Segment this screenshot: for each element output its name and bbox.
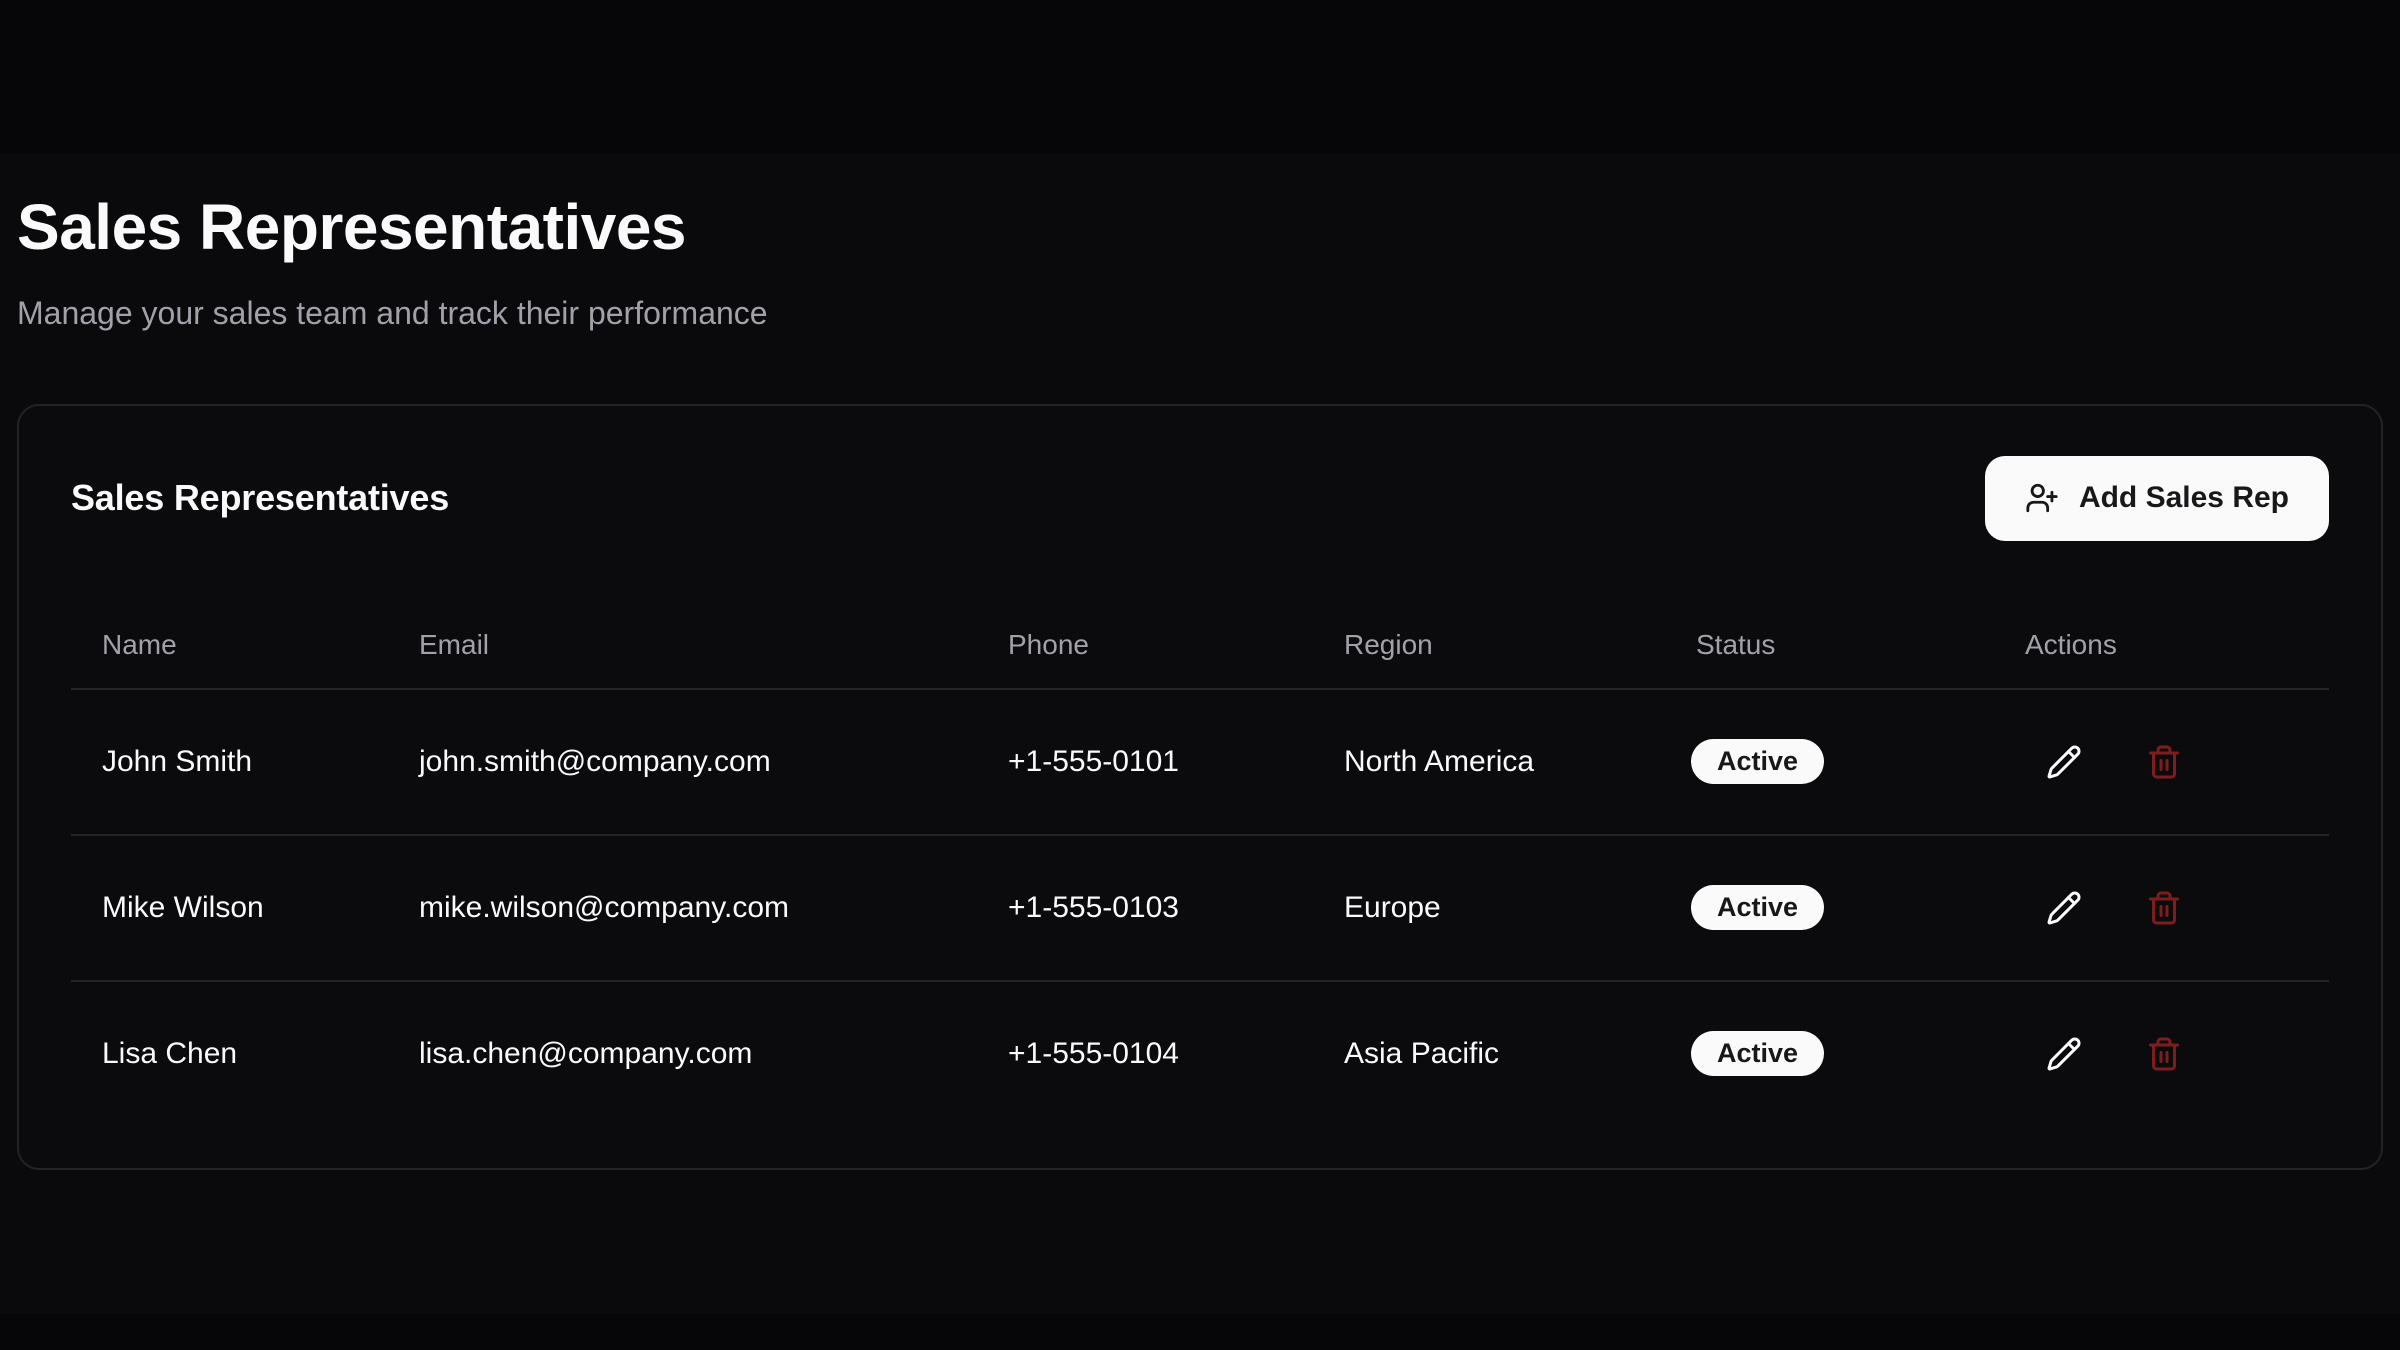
table-row: Mike Wilson mike.wilson@company.com +1-5…	[71, 836, 2329, 982]
page-title: Sales Representatives	[17, 191, 2383, 265]
card-title: Sales Representatives	[71, 477, 449, 519]
cell-actions	[1994, 890, 2329, 926]
column-header-email: Email	[388, 629, 977, 661]
column-header-phone: Phone	[977, 629, 1313, 661]
trash-icon	[2146, 744, 2182, 780]
cell-name: Mike Wilson	[71, 891, 388, 925]
cell-region: North America	[1313, 745, 1665, 779]
pencil-icon	[2046, 744, 2082, 780]
cell-email: john.smith@company.com	[388, 745, 977, 779]
cell-email: lisa.chen@company.com	[388, 1037, 977, 1071]
delete-button[interactable]	[2146, 1036, 2182, 1072]
pencil-icon	[2046, 890, 2082, 926]
edit-button[interactable]	[2046, 1036, 2082, 1072]
pencil-icon	[2046, 1036, 2082, 1072]
table-row: Lisa Chen lisa.chen@company.com +1-555-0…	[71, 982, 2329, 1126]
column-header-name: Name	[71, 629, 388, 661]
cell-name: John Smith	[71, 745, 388, 779]
cell-region: Europe	[1313, 891, 1665, 925]
cell-status: Active	[1665, 1031, 1994, 1076]
trash-icon	[2146, 890, 2182, 926]
cell-status: Active	[1665, 739, 1994, 784]
cell-name: Lisa Chen	[71, 1037, 388, 1071]
edit-button[interactable]	[2046, 890, 2082, 926]
status-badge: Active	[1691, 1031, 1824, 1076]
table-row: John Smith john.smith@company.com +1-555…	[71, 690, 2329, 836]
user-plus-icon	[2025, 481, 2059, 515]
cell-actions	[1994, 744, 2329, 780]
edit-button[interactable]	[2046, 744, 2082, 780]
sales-reps-card: Sales Representatives Add Sales Rep Name…	[17, 404, 2383, 1170]
cell-status: Active	[1665, 885, 1994, 930]
trash-icon	[2146, 1036, 2182, 1072]
delete-button[interactable]	[2146, 890, 2182, 926]
delete-button[interactable]	[2146, 744, 2182, 780]
main-content: Sales Representatives Manage your sales …	[0, 153, 2400, 1314]
cell-phone: +1-555-0101	[977, 745, 1313, 779]
status-badge: Active	[1691, 739, 1824, 784]
sales-reps-table: Name Email Phone Region Status Actions J…	[71, 602, 2329, 1126]
page-subtitle: Manage your sales team and track their p…	[17, 293, 2383, 333]
add-sales-rep-label: Add Sales Rep	[2079, 481, 2289, 515]
add-sales-rep-button[interactable]: Add Sales Rep	[1985, 456, 2329, 541]
cell-phone: +1-555-0104	[977, 1037, 1313, 1071]
cell-email: mike.wilson@company.com	[388, 891, 977, 925]
status-badge: Active	[1691, 885, 1824, 930]
column-header-region: Region	[1313, 629, 1665, 661]
cell-region: Asia Pacific	[1313, 1037, 1665, 1071]
column-header-status: Status	[1665, 629, 1994, 661]
cell-phone: +1-555-0103	[977, 891, 1313, 925]
column-header-actions: Actions	[1994, 629, 2329, 661]
cell-actions	[1994, 1036, 2329, 1072]
table-header-row: Name Email Phone Region Status Actions	[71, 602, 2329, 690]
card-header: Sales Representatives Add Sales Rep	[71, 456, 2329, 541]
